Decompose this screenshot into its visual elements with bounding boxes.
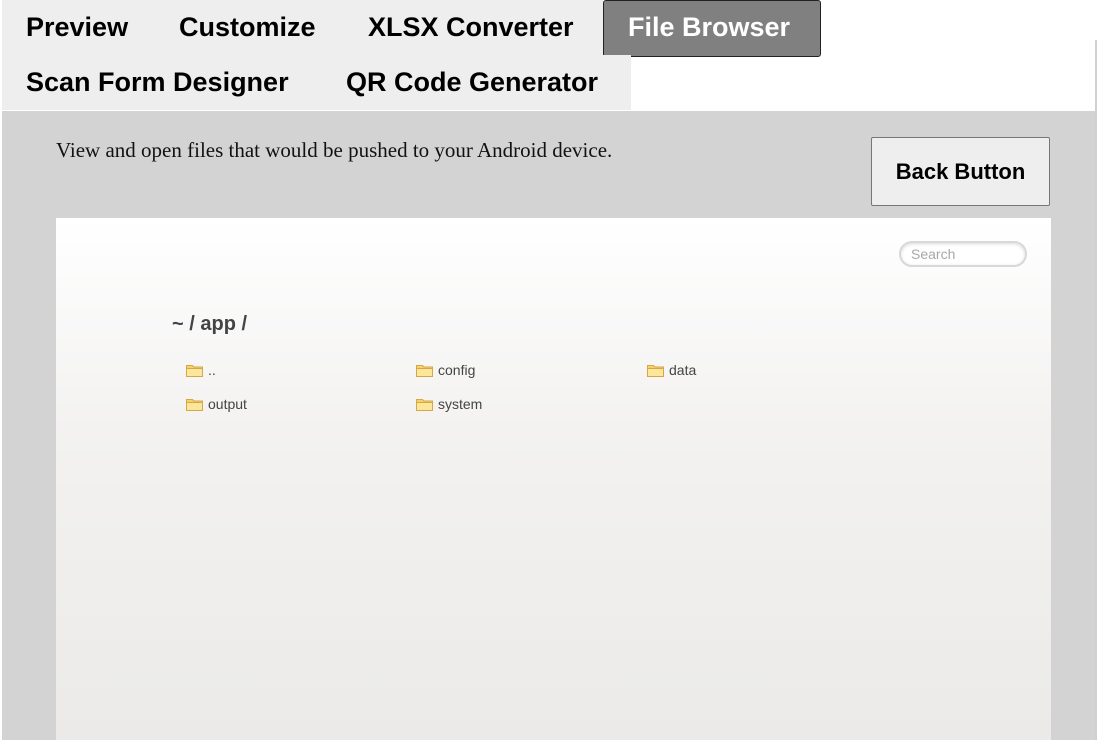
file-name: config (438, 362, 476, 378)
list-item-output[interactable]: output (186, 394, 247, 414)
page-description: View and open files that would be pushed… (56, 138, 613, 162)
folder-icon (186, 364, 203, 377)
folder-icon (416, 398, 433, 411)
tab-file-browser[interactable]: File Browser (603, 0, 821, 57)
list-item-parent-folder[interactable]: .. (186, 360, 216, 380)
folder-icon (647, 364, 664, 377)
tab-preview[interactable]: Preview (2, 0, 155, 55)
search-input[interactable] (899, 241, 1027, 267)
file-name: .. (208, 362, 216, 378)
file-name: data (669, 362, 697, 378)
list-item-config[interactable]: config (416, 360, 475, 380)
breadcrumb: ~ / app / (172, 313, 248, 335)
tab-xlsx-converter[interactable]: XLSX Converter (344, 0, 603, 55)
page: Preview Customize XLSX Converter File Br… (2, 0, 1095, 740)
list-item-data[interactable]: data (647, 360, 696, 380)
folder-icon (416, 364, 433, 377)
tab-customize[interactable]: Customize (155, 0, 344, 55)
folder-icon (186, 398, 203, 411)
back-button[interactable]: Back Button (871, 137, 1050, 206)
tab-scan-form-designer[interactable]: Scan Form Designer (2, 55, 322, 110)
file-browser-view: ~ / app / .. config (56, 218, 1051, 740)
file-name: system (438, 396, 483, 412)
file-browser-panel: View and open files that would be pushed… (2, 111, 1095, 740)
list-item-system[interactable]: system (416, 394, 482, 414)
tab-qr-code-generator[interactable]: QR Code Generator (322, 55, 631, 110)
file-name: output (208, 396, 247, 412)
tab-bar: Preview Customize XLSX Converter File Br… (2, 0, 1095, 111)
